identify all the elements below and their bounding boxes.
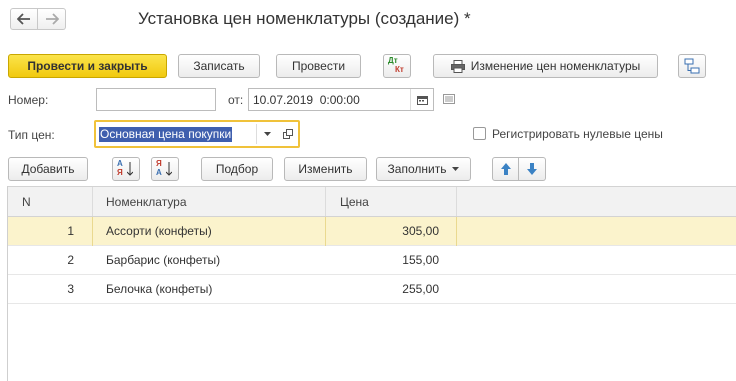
row-item: Белочка (конфеты) bbox=[106, 282, 213, 296]
price-type-dropdown-button[interactable] bbox=[256, 124, 277, 144]
save-label: Записать bbox=[193, 59, 245, 73]
chevron-down-icon bbox=[263, 132, 271, 136]
column-header-price[interactable]: Цена bbox=[340, 187, 450, 216]
add-button[interactable]: Добавить bbox=[8, 157, 88, 181]
table-header: N Номенклатура Цена bbox=[8, 186, 736, 217]
print-change-prices-label: Изменение цен номенклатуры bbox=[470, 59, 641, 73]
add-label: Добавить bbox=[21, 162, 75, 176]
table-row[interactable]: 1 Ассорти (конфеты) 305,00 bbox=[8, 217, 736, 246]
fill-button[interactable]: Заполнить bbox=[376, 157, 471, 181]
structure-icon bbox=[684, 58, 700, 74]
table-row[interactable]: 2 Барбарис (конфеты) 155,00 bbox=[8, 246, 736, 275]
row-price: 305,00 bbox=[402, 224, 439, 238]
date-value: 10.07.2019 0:00:00 bbox=[253, 93, 360, 107]
sort-desc-icon: Я А bbox=[155, 159, 175, 178]
sort-desc-button[interactable]: Я А bbox=[151, 157, 179, 181]
post-and-close-button[interactable]: Провести и закрыть bbox=[8, 54, 167, 78]
print-change-prices-button[interactable]: Изменение цен номенклатуры bbox=[433, 54, 658, 78]
row-number: 3 bbox=[67, 282, 74, 296]
page-title: Установка цен номенклатуры (создание) * bbox=[138, 9, 471, 28]
table-row[interactable]: 3 Белочка (конфеты) 255,00 bbox=[8, 275, 736, 304]
row-price: 155,00 bbox=[402, 253, 439, 267]
date-field[interactable]: 10.07.2019 0:00:00 bbox=[248, 88, 434, 111]
price-type-open-button[interactable] bbox=[278, 124, 298, 144]
calendar-button[interactable] bbox=[410, 89, 433, 110]
fill-label: Заполнить bbox=[387, 162, 447, 176]
row-number: 1 bbox=[67, 224, 74, 238]
price-type-label: Тип цен: bbox=[8, 128, 55, 142]
row-number: 2 bbox=[67, 253, 74, 267]
move-up-button[interactable] bbox=[492, 157, 519, 181]
number-label: Номер: bbox=[8, 93, 49, 107]
arrow-right-icon bbox=[45, 13, 59, 25]
post-label: Провести bbox=[291, 59, 346, 73]
price-type-value: Основная цена покупки bbox=[99, 127, 233, 142]
date-label: от: bbox=[228, 93, 244, 107]
open-icon bbox=[283, 129, 293, 139]
register-zero-checkbox[interactable] bbox=[473, 127, 486, 140]
pick-button[interactable]: Подбор bbox=[201, 157, 273, 181]
calendar-icon bbox=[416, 95, 428, 105]
save-button[interactable]: Записать bbox=[178, 54, 260, 78]
column-header-n[interactable]: N bbox=[22, 187, 92, 216]
move-down-button[interactable] bbox=[519, 157, 546, 181]
post-button[interactable]: Провести bbox=[276, 54, 361, 78]
sort-asc-button[interactable]: А Я bbox=[112, 157, 140, 181]
arrow-down-icon bbox=[527, 163, 537, 175]
number-field[interactable] bbox=[96, 88, 216, 111]
forward-button[interactable] bbox=[38, 8, 66, 30]
back-button[interactable] bbox=[10, 8, 38, 30]
row-item: Ассорти (конфеты) bbox=[106, 224, 212, 238]
row-price: 255,00 bbox=[402, 282, 439, 296]
pick-label: Подбор bbox=[215, 162, 259, 176]
post-and-close-label: Провести и закрыть bbox=[27, 59, 148, 73]
comment-icon[interactable] bbox=[443, 94, 455, 104]
structure-button[interactable] bbox=[678, 54, 706, 78]
dt-kt-icon: Дт Кт bbox=[388, 56, 404, 74]
change-button[interactable]: Изменить bbox=[284, 157, 367, 181]
printer-icon bbox=[450, 59, 465, 73]
change-label: Изменить bbox=[298, 162, 353, 176]
dt-kt-button[interactable]: Дт Кт bbox=[383, 54, 411, 78]
register-zero-label: Регистрировать нулевые цены bbox=[492, 127, 663, 141]
arrow-up-icon bbox=[500, 163, 511, 175]
row-item: Барбарис (конфеты) bbox=[106, 253, 221, 267]
price-type-field[interactable]: Основная цена покупки bbox=[94, 120, 300, 148]
column-header-item[interactable]: Номенклатура bbox=[106, 187, 326, 216]
sort-asc-icon: А Я bbox=[116, 159, 136, 178]
arrow-left-icon bbox=[17, 13, 30, 25]
chevron-down-icon bbox=[452, 167, 460, 171]
